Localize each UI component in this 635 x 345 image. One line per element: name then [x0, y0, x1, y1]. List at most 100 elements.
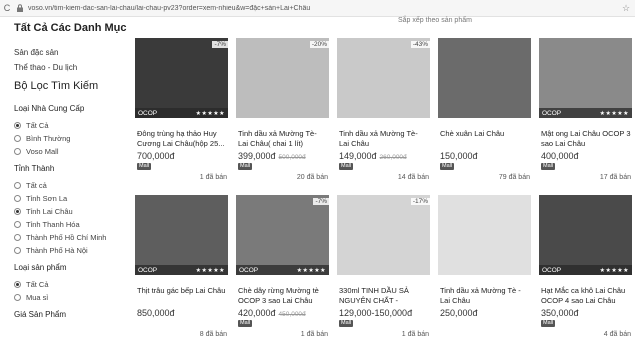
product-price: 399,000đ 500,000đ — [238, 151, 306, 161]
filter-option[interactable]: Tỉnh Sơn La — [14, 192, 132, 205]
radio-icon[interactable] — [14, 294, 21, 301]
sold-count: 17 đã bán — [599, 174, 631, 181]
product-name[interactable]: Đông trùng hạ thảo Huy Cương Lai Châu(hộ… — [137, 129, 227, 149]
sold-count: 20 đã bán — [296, 174, 328, 181]
filter-option-label: Tất cả — [26, 181, 47, 190]
stars-icon: ★★★★★ — [195, 267, 225, 274]
product-price: 400,000đ — [541, 151, 579, 161]
filter-option[interactable]: Tất cả — [14, 179, 132, 192]
ocop-badge: OCOP ★★★★★ — [236, 265, 329, 275]
product-name[interactable]: Mật ong Lai Châu OCOP 3 sao Lai Châu — [541, 129, 631, 149]
product-image[interactable]: -7% OCOP ★★★★★ — [135, 38, 228, 118]
product-name[interactable]: Tinh dầu xả Mường Tè- Lai Châu — [339, 129, 429, 149]
product-image[interactable]: OCOP ★★★★★ — [135, 195, 228, 275]
mall-badge: Mall — [541, 320, 556, 327]
product-price: 850,000đ — [137, 308, 175, 318]
price-filter-title: Giá Sản Phẩm — [14, 310, 67, 319]
lock-icon — [17, 4, 23, 12]
product-image[interactable]: -43% — [337, 38, 430, 118]
filter-option[interactable]: Mua sỉ — [14, 291, 132, 304]
discount-badge: -7% — [212, 41, 228, 48]
product-price: 420,000đ 450,000đ — [238, 308, 306, 318]
filter-option-label: Voso Mall — [26, 147, 59, 156]
category-link[interactable]: Sản đặc sản — [14, 48, 132, 57]
radio-icon[interactable] — [14, 195, 21, 202]
filter-group-title: Loại sản phẩm — [14, 263, 67, 272]
product-card[interactable]: Chè xuân Lai Châu 150,000đ Mall 79 đã bán — [435, 38, 533, 188]
sold-count: 1 đã bán — [300, 331, 328, 338]
product-image[interactable] — [438, 195, 531, 275]
sold-count: 1 đã bán — [401, 331, 429, 338]
product-image[interactable]: -20% — [236, 38, 329, 118]
filter-option[interactable]: Thành Phố Hà Nội — [14, 244, 132, 257]
product-name[interactable]: Chè xuân Lai Châu — [440, 129, 530, 149]
filter-group-title: Tỉnh Thành — [14, 164, 55, 173]
product-image[interactable]: OCOP ★★★★★ — [539, 38, 632, 118]
radio-icon[interactable] — [14, 247, 21, 254]
radio-icon[interactable] — [14, 135, 21, 142]
filter-option-label: Tất Cả — [26, 280, 49, 289]
product-card[interactable]: -7% OCOP ★★★★★ Chè dây rừng Mường tè OCOP 3… — [233, 195, 331, 345]
filter-option[interactable]: Tỉnh Thanh Hóa — [14, 218, 132, 231]
filter-option-label: Tỉnh Lai Châu — [26, 207, 73, 216]
product-card[interactable]: Tinh dầu xả Mường Tè - Lai Châu 250,000đ — [435, 195, 533, 345]
radio-icon[interactable] — [14, 221, 21, 228]
product-card[interactable]: -43% Tinh dầu xả Mường Tè- Lai Châu 149,00… — [334, 38, 432, 188]
mall-badge: Mall — [238, 163, 253, 170]
product-price: 250,000đ — [440, 308, 478, 318]
price-old: 260,000đ — [379, 154, 407, 161]
ocop-label: OCOP — [239, 266, 259, 274]
sold-count: 4 đã bán — [603, 331, 631, 338]
product-name[interactable]: Chè dây rừng Mường tè OCOP 3 sao Lai Châ… — [238, 286, 328, 306]
product-image[interactable]: -7% OCOP ★★★★★ — [236, 195, 329, 275]
radio-icon[interactable] — [14, 208, 21, 215]
filter-option[interactable]: Bình Thường — [14, 132, 132, 145]
ocop-label: OCOP — [542, 109, 562, 117]
product-name[interactable]: Thịt trâu gác bếp Lai Châu — [137, 286, 227, 306]
filter-option-label: Bình Thường — [26, 134, 71, 143]
price-current: 129,000-150,000đ — [339, 308, 413, 318]
sort-hint[interactable]: Sắp xếp theo sản phẩm — [398, 17, 472, 24]
reload-icon[interactable]: C — [0, 3, 14, 13]
product-name[interactable]: Tinh dầu xả Mường Tè- Lai Châu( chai 1 l… — [238, 129, 328, 149]
ocop-badge: OCOP ★★★★★ — [135, 108, 228, 118]
filter-option[interactable]: Voso Mall — [14, 145, 132, 158]
filter-title: Bộ Lọc Tìm Kiếm — [14, 80, 99, 92]
mall-badge: Mall — [440, 163, 455, 170]
product-card[interactable]: -20% Tinh dầu xả Mường Tè- Lai Châu( chai… — [233, 38, 331, 188]
stars-icon: ★★★★★ — [195, 110, 225, 117]
filter-option[interactable]: Tất Cả — [14, 278, 132, 291]
filter-option[interactable]: Thành Phố Hồ Chí Minh — [14, 231, 132, 244]
product-name[interactable]: Tinh dầu xả Mường Tè - Lai Châu — [440, 286, 530, 306]
url-text[interactable]: voso.vn/tim-kiem-dac-san-lai-chau/lai-ch… — [28, 5, 617, 12]
price-current: 399,000đ — [238, 151, 276, 161]
category-link[interactable]: Thể thao - Du lịch — [14, 63, 132, 72]
product-name[interactable]: Hạt Mắc ca khô Lai Châu OCOP 4 sao Lai C… — [541, 286, 631, 306]
product-card[interactable]: OCOP ★★★★★ Hạt Mắc ca khô Lai Châu OCOP 4 … — [536, 195, 634, 345]
product-image[interactable] — [438, 38, 531, 118]
price-old: 500,000đ — [278, 154, 306, 161]
product-name[interactable]: 330ml TINH DẦU SẢ NGUYÊN CHẤT - MƯỜN... — [339, 286, 429, 306]
price-current: 149,000đ — [339, 151, 377, 161]
product-card[interactable]: OCOP ★★★★★ Mật ong Lai Châu OCOP 3 sao Lai… — [536, 38, 634, 188]
filter-option[interactable]: Tỉnh Lai Châu — [14, 205, 132, 218]
filter-option-label: Thành Phố Hà Nội — [26, 246, 88, 255]
ocop-badge: OCOP ★★★★★ — [539, 265, 632, 275]
filter-option[interactable]: Tất Cả — [14, 119, 132, 132]
radio-icon[interactable] — [14, 182, 21, 189]
product-card[interactable]: -7% OCOP ★★★★★ Đông trùng hạ thảo Huy Cương… — [132, 38, 230, 188]
radio-icon[interactable] — [14, 122, 21, 129]
product-price: 150,000đ — [440, 151, 478, 161]
product-image[interactable]: -17% — [337, 195, 430, 275]
product-card[interactable]: -17% 330ml TINH DẦU SẢ NGUYÊN CHẤT - MƯỜN… — [334, 195, 432, 345]
bookmark-star-icon[interactable]: ☆ — [617, 3, 635, 14]
filter-option-label: Tỉnh Thanh Hóa — [26, 220, 80, 229]
browser-address-bar[interactable]: C voso.vn/tim-kiem-dac-san-lai-chau/lai-… — [0, 0, 635, 17]
radio-icon[interactable] — [14, 234, 21, 241]
ocop-label: OCOP — [138, 109, 158, 117]
product-card[interactable]: OCOP ★★★★★ Thịt trâu gác bếp Lai Châu 850,0… — [132, 195, 230, 345]
radio-icon[interactable] — [14, 281, 21, 288]
product-image[interactable]: OCOP ★★★★★ — [539, 195, 632, 275]
sold-count: 79 đã bán — [498, 174, 530, 181]
radio-icon[interactable] — [14, 148, 21, 155]
